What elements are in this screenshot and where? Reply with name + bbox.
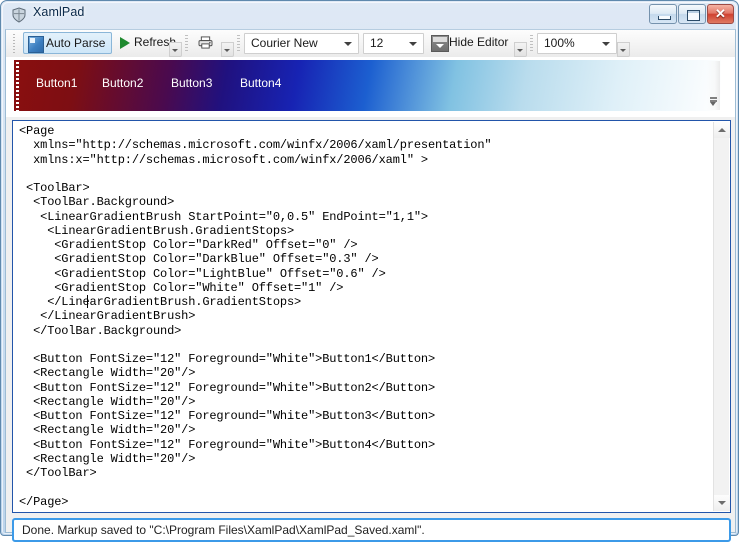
- auto-parse-label: Auto Parse: [46, 36, 106, 50]
- toolbar-grip-1[interactable]: [12, 34, 16, 53]
- play-triangle-icon: [120, 37, 130, 49]
- window-title: XamlPad: [33, 5, 85, 19]
- minimize-icon: [658, 16, 671, 20]
- font-size-combo[interactable]: 12: [363, 33, 424, 54]
- close-button[interactable]: ✕: [707, 4, 734, 24]
- font-size-value: 12: [370, 36, 384, 50]
- maximize-icon: [687, 10, 700, 21]
- rendered-toolbar: Button1 Button2 Button3 Button4: [14, 60, 721, 111]
- zoom-value: 100%: [544, 36, 575, 50]
- chevron-down-icon: [409, 42, 417, 46]
- printer-icon: [198, 36, 213, 49]
- preview-button-2[interactable]: Button2: [102, 76, 143, 90]
- auto-parse-toggle[interactable]: Auto Parse: [23, 32, 112, 54]
- scroll-down-button[interactable]: [714, 495, 730, 511]
- toolbar-overflow-button-4[interactable]: [617, 42, 630, 57]
- command-toolbar: Auto Parse Refresh Courier New 12 Hide E…: [6, 30, 735, 58]
- application-window: XamlPad ✕ Auto Parse Refresh Courier New…: [0, 0, 739, 542]
- scroll-up-arrow-icon: [718, 128, 726, 132]
- minimize-button[interactable]: [649, 4, 677, 24]
- chevron-down-icon: [344, 42, 352, 46]
- editor-vertical-scrollbar[interactable]: [713, 122, 730, 511]
- parse-page-icon: [28, 36, 44, 53]
- toolbar-overflow-button-2[interactable]: [221, 42, 234, 57]
- print-button[interactable]: [192, 32, 220, 54]
- toolbar-separator-1: [185, 35, 188, 52]
- hide-editor-button[interactable]: Hide Editor: [428, 32, 514, 54]
- title-bar[interactable]: XamlPad ✕: [1, 1, 739, 29]
- rendered-toolbar-grip[interactable]: [14, 60, 21, 111]
- client-area: Auto Parse Refresh Courier New 12 Hide E…: [5, 29, 736, 542]
- zoom-combo[interactable]: 100%: [537, 33, 617, 54]
- preview-button-1[interactable]: Button1: [36, 76, 77, 90]
- toolbar-overflow-button-3[interactable]: [514, 42, 527, 57]
- status-message: Done. Markup saved to "C:\Program Files\…: [22, 523, 425, 537]
- chevron-down-icon: [602, 42, 610, 46]
- preview-button-4[interactable]: Button4: [240, 76, 281, 90]
- panel-collapse-icon: [431, 35, 449, 52]
- toolbar-overflow-button-1[interactable]: [169, 42, 182, 57]
- shield-icon: [12, 7, 26, 23]
- toolbar-overflow-icon[interactable]: [707, 61, 720, 110]
- xaml-preview-pane: Button1 Button2 Button3 Button4: [6, 57, 735, 117]
- status-bar: Done. Markup saved to "C:\Program Files\…: [12, 518, 731, 542]
- scroll-up-button[interactable]: [714, 122, 730, 138]
- preview-button-3[interactable]: Button3: [171, 76, 212, 90]
- xaml-editor-text[interactable]: <Page xmlns="http://schemas.microsoft.co…: [19, 124, 709, 509]
- toolbar-separator-3: [530, 35, 533, 52]
- font-family-value: Courier New: [251, 36, 318, 50]
- xaml-editor[interactable]: <Page xmlns="http://schemas.microsoft.co…: [12, 120, 731, 513]
- font-family-combo[interactable]: Courier New: [244, 33, 359, 54]
- text-caret: [87, 295, 88, 308]
- maximize-button[interactable]: [678, 4, 706, 24]
- toolbar-separator-2: [237, 35, 240, 52]
- scroll-down-arrow-icon: [718, 501, 726, 505]
- hide-editor-label: Hide Editor: [449, 35, 509, 49]
- close-icon: ✕: [715, 6, 726, 21]
